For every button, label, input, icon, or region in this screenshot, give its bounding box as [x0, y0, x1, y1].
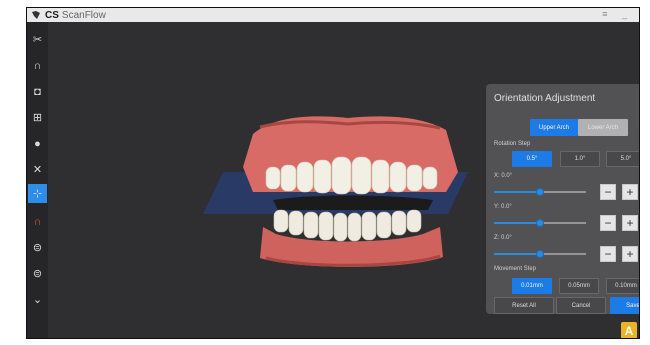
- y-slider-knob[interactable]: [536, 219, 544, 227]
- movement-step-0-05[interactable]: 0.05mm: [559, 278, 599, 294]
- z-increase-button[interactable]: +: [622, 246, 638, 262]
- cancel-button[interactable]: Cancel: [556, 297, 606, 314]
- x-rotation-slider[interactable]: [494, 188, 586, 196]
- cs-logo-icon: [32, 11, 40, 19]
- movement-step-label: Movement Step: [494, 266, 537, 272]
- scan-viewport[interactable]: Orientation Adjustment > Upper Arch Lowe…: [48, 22, 639, 338]
- x-increase-button[interactable]: +: [622, 184, 638, 200]
- tools-cross-icon[interactable]: ✕: [30, 162, 45, 177]
- orientation-panel: Orientation Adjustment > Upper Arch Lowe…: [486, 84, 639, 314]
- tab-upper-arch[interactable]: Upper Arch: [530, 119, 578, 136]
- tab-lower-arch[interactable]: Lower Arch: [578, 119, 628, 136]
- rotation-step-5-0[interactable]: 5.0°: [606, 151, 639, 167]
- panel-title: Orientation Adjustment: [494, 93, 596, 104]
- z-slider-fill: [494, 253, 540, 255]
- y-decrease-button[interactable]: −: [600, 215, 616, 231]
- window-controls[interactable]: ≡ _: [602, 9, 633, 19]
- rotation-step-1-0[interactable]: 1.0°: [560, 151, 600, 167]
- y-rotation-slider[interactable]: [494, 219, 586, 227]
- save-button[interactable]: Save: [610, 297, 639, 314]
- rotation-step-label: Rotation Step: [494, 141, 531, 147]
- app-name: ScanFlow: [61, 9, 106, 21]
- x-slider-knob[interactable]: [536, 188, 544, 196]
- movement-step-0-10[interactable]: 0.10mm: [606, 278, 639, 294]
- scanflow-window: CS ScanFlow ≡ _ ✂ ∩ ◘ ⊞ ● ✕ ⊹ ∩ ⊜ ⊜ ⌄ Or…: [26, 7, 640, 339]
- title-bar: CS ScanFlow ≡ _: [27, 8, 639, 22]
- y-slider-fill: [494, 222, 540, 224]
- left-toolbar: ✂ ∩ ◘ ⊞ ● ✕ ⊹ ∩ ⊜ ⊜ ⌄: [27, 22, 48, 338]
- assistant-badge-icon[interactable]: A: [621, 322, 637, 338]
- z-axis-label: Z: 0.0°: [494, 235, 512, 241]
- y-axis-label: Y: 0.0°: [494, 204, 512, 210]
- z-slider-knob[interactable]: [536, 250, 544, 258]
- x-slider-fill: [494, 191, 540, 193]
- shade-sphere-icon[interactable]: ●: [30, 136, 45, 151]
- x-decrease-button[interactable]: −: [600, 184, 616, 200]
- y-increase-button[interactable]: +: [622, 215, 638, 231]
- x-axis-label: X: 0.0°: [494, 173, 513, 179]
- bite-lower-icon[interactable]: ⊜: [30, 266, 45, 281]
- arch-icon[interactable]: ∩: [30, 58, 45, 73]
- brand-label: CS: [45, 9, 59, 21]
- tooth-tag-icon[interactable]: ⊞: [30, 110, 45, 125]
- rotation-step-0-5[interactable]: 0.5°: [512, 151, 552, 167]
- trim-tool-icon[interactable]: ✂: [30, 32, 45, 47]
- bite-upper-icon[interactable]: ⊜: [30, 240, 45, 255]
- movement-step-0-01[interactable]: 0.01mm: [512, 278, 552, 294]
- reset-all-button[interactable]: Reset All: [494, 297, 554, 314]
- collapse-icon[interactable]: ⌄: [30, 292, 45, 307]
- z-rotation-slider[interactable]: [494, 250, 586, 258]
- orientation-axes-icon[interactable]: ⊹: [28, 184, 47, 203]
- view-box-icon[interactable]: ◘: [30, 84, 45, 99]
- arch-outline-icon[interactable]: ∩: [30, 214, 45, 229]
- z-decrease-button[interactable]: −: [600, 246, 616, 262]
